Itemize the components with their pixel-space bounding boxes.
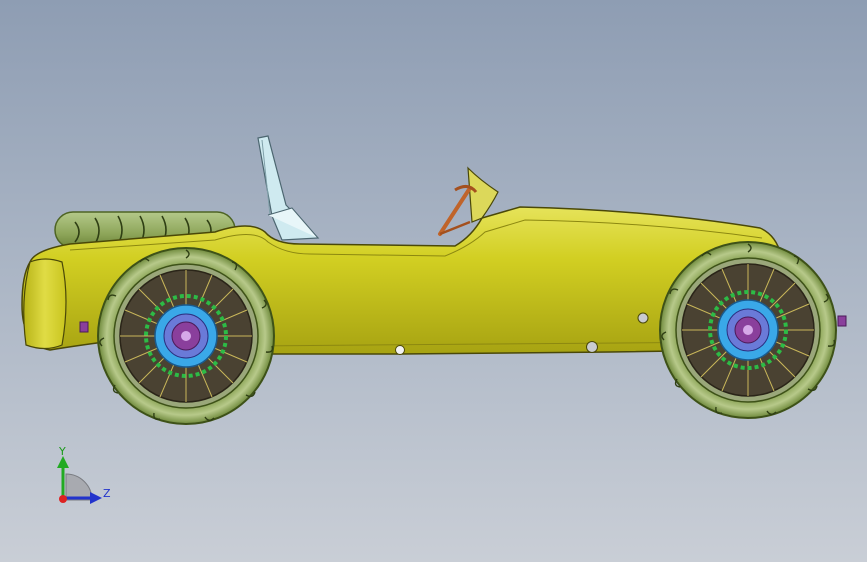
front-wheel[interactable] xyxy=(659,241,837,419)
rear-wheel[interactable] xyxy=(97,247,275,425)
3d-viewport[interactable]: Y Z xyxy=(0,0,867,562)
z-axis-label: Z xyxy=(103,487,111,500)
seat[interactable] xyxy=(257,135,320,241)
triad-plane-indicator xyxy=(65,473,93,501)
x-axis-dot xyxy=(59,495,67,503)
model-canvas[interactable]: Y Z xyxy=(0,0,867,562)
front-bracket xyxy=(837,315,847,327)
rear-bracket xyxy=(79,321,89,333)
y-axis-label: Y xyxy=(58,445,66,458)
axis-triad: Y Z xyxy=(57,445,111,504)
z-axis-arrowhead xyxy=(90,492,102,504)
